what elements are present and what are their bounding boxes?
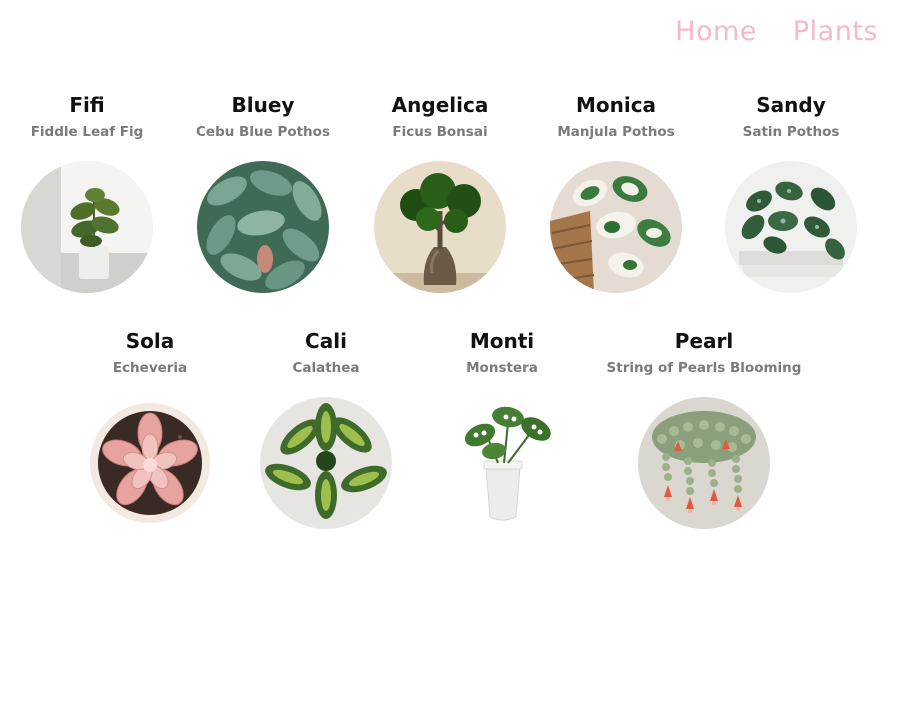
plant-species: Ficus Bonsai xyxy=(392,124,488,140)
manjula-pothos-photo xyxy=(550,161,682,293)
fiddle-leaf-fig-photo xyxy=(21,161,153,293)
plant-species: Calathea xyxy=(292,360,360,376)
plant-card-monti[interactable]: Monti Monstera xyxy=(402,329,602,529)
ficus-bonsai-photo xyxy=(374,161,506,293)
plant-name: Cali xyxy=(305,329,347,353)
plant-name: Monti xyxy=(469,329,535,353)
plant-name: Monica xyxy=(575,93,657,117)
plant-name: Pearl xyxy=(674,329,734,353)
plant-species: Satin Pothos xyxy=(742,124,840,140)
echeveria-photo xyxy=(84,397,216,529)
plant-name: Bluey xyxy=(231,93,295,117)
plant-card-pearl[interactable]: Pearl String of Pearls Blooming xyxy=(604,329,804,529)
plant-species: Fiddle Leaf Fig xyxy=(30,124,144,140)
plant-card-fifi[interactable]: Fifi Fiddle Leaf Fig xyxy=(0,93,187,293)
nav-home-link[interactable]: Home xyxy=(675,16,757,47)
plant-species: String of Pearls Blooming xyxy=(606,360,802,376)
plant-name: Angelica xyxy=(391,93,489,117)
plant-species: Manjula Pothos xyxy=(557,124,675,140)
plant-species: Echeveria xyxy=(112,360,188,376)
satin-pothos-photo xyxy=(725,161,857,293)
plant-card-sola[interactable]: Sola Echeveria xyxy=(50,329,250,529)
plant-card-cali[interactable]: Cali Calathea xyxy=(226,329,426,529)
plant-species: Monstera xyxy=(466,360,538,376)
top-nav: Home Plants xyxy=(675,16,878,47)
nav-plants-link[interactable]: Plants xyxy=(793,16,878,47)
plant-name: Fifi xyxy=(69,93,105,117)
cebu-blue-pothos-photo xyxy=(197,161,329,293)
plant-card-monica[interactable]: Monica Manjula Pothos xyxy=(516,93,716,293)
plant-name: Sola xyxy=(125,329,175,353)
monstera-photo xyxy=(436,397,568,529)
calathea-photo xyxy=(260,397,392,529)
string-of-pearls-photo xyxy=(638,397,770,529)
plant-name: Sandy xyxy=(756,93,826,117)
plant-species: Cebu Blue Pothos xyxy=(196,124,330,140)
plant-card-bluey[interactable]: Bluey Cebu Blue Pothos xyxy=(163,93,363,293)
plant-card-angelica[interactable]: Angelica Ficus Bonsai xyxy=(340,93,540,293)
plant-card-sandy[interactable]: Sandy Satin Pothos xyxy=(691,93,891,293)
